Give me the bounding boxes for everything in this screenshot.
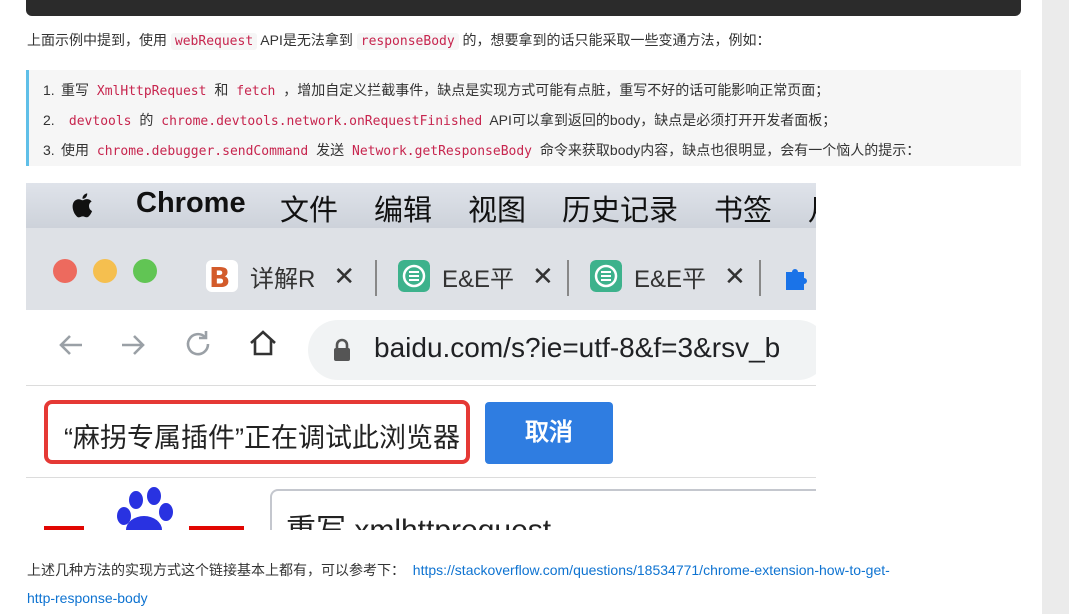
close-window-icon [53, 259, 77, 283]
browser-tab: B 详解R ✕ [206, 258, 355, 294]
text: 的 [135, 112, 158, 128]
tab-strip: B 详解R ✕ E&E平 ✕ E&E平 ✕ [26, 228, 816, 310]
menu-people: 月 [808, 187, 816, 229]
tab-title: E&E平 [442, 265, 515, 293]
reference-link-cont[interactable]: http-response-body [27, 590, 148, 606]
text: 上面示例中提到，使用 [27, 32, 171, 48]
browser-screenshot: Chrome 文件 编辑 视图 历史记录 书签 月 B 详解R ✕ [26, 183, 816, 530]
list-number: 3. [43, 142, 55, 158]
tab-divider [375, 260, 377, 296]
tab-divider [567, 260, 569, 296]
baidu-page: 重写 xmlhttprequest [26, 478, 816, 530]
tab-divider [759, 260, 761, 296]
text: 使用 [61, 142, 93, 158]
list-item: 1. 重写 XmlHttpRequest 和 fetch ，增加自定义拦截事件，缺… [43, 76, 1021, 106]
tab-close-icon: ✕ [532, 260, 554, 291]
inline-code: chrome.devtools.network.onRequestFinishe… [157, 113, 487, 130]
menu-history: 历史记录 [562, 195, 679, 227]
search-input: 重写 xmlhttprequest [270, 489, 816, 530]
debug-infobar: “麻拐专属插件”正在调试此浏览器 取消 [26, 386, 816, 478]
ee-app-icon [590, 260, 622, 292]
maximize-window-icon [133, 259, 157, 283]
text: 和 [210, 82, 233, 98]
inline-code: responseBody [356, 33, 459, 50]
list-item: 3. 使用 chrome.debugger.sendCommand 发送 Netw… [43, 136, 1021, 166]
home-icon [250, 330, 276, 356]
text: 重写 [61, 82, 93, 98]
browser-tab: E&E平 ✕ [398, 258, 554, 294]
tab-title: E&E平 [634, 265, 707, 293]
ee-app-icon [398, 260, 430, 292]
back-arrow-icon [59, 335, 82, 355]
tab-close-icon: ✕ [333, 260, 356, 291]
text: 上述几种方法的实现方式这个链接基本上都有，可以参考下： [27, 562, 405, 578]
inline-code: webRequest [170, 33, 258, 50]
reference-link[interactable]: https://stackoverflow.com/questions/1853… [413, 562, 890, 578]
chrome-window: B 详解R ✕ E&E平 ✕ E&E平 ✕ baidu.com/s?ie=utf… [26, 228, 816, 530]
minimize-window-icon [93, 259, 117, 283]
text: ，增加自定义拦截事件，缺点是实现方式可能有点脏，重写不好的话可能影响正常页面； [279, 82, 830, 98]
search-text: 重写 xmlhttprequest [286, 505, 551, 530]
paragraph-intro: 上面示例中提到，使用 webRequest API是无法拿到 responseB… [27, 30, 771, 50]
menu-view: 视图 [468, 195, 527, 227]
svg-text:B: B [209, 261, 230, 292]
paragraph-reference-cont: http-response-body [27, 590, 148, 606]
list-item: 2. devtools 的 chrome.devtools.network.on… [43, 106, 1021, 136]
cancel-button: 取消 [485, 402, 613, 464]
inline-code: Network.getResponseBody [348, 143, 537, 160]
menu-bookmarks: 书签 [714, 195, 773, 227]
mac-menubar: Chrome 文件 编辑 视图 历史记录 书签 月 [26, 183, 816, 228]
list-number: 2. [43, 112, 55, 128]
menu-file: 文件 [280, 195, 339, 227]
brand-logo-icon: B [206, 260, 238, 292]
list-number: 1. [43, 82, 55, 98]
inline-code: XmlHttpRequest [92, 83, 211, 100]
inline-code: fetch [232, 83, 280, 100]
text: 的，想要拿到的话只能采取一些变通方法，例如： [458, 32, 771, 48]
browser-tab: E&E平 ✕ [590, 258, 746, 294]
browser-toolbar: baidu.com/s?ie=utf-8&f=3&rsv_b [26, 310, 816, 386]
baidu-logo-icon [44, 487, 244, 530]
page-gutter [1042, 0, 1069, 614]
inline-code: chrome.debugger.sendCommand [92, 143, 313, 160]
tab-title: 详解R [250, 265, 316, 293]
methods-list: 1. 重写 XmlHttpRequest 和 fetch ，增加自定义拦截事件，缺… [29, 70, 1021, 166]
text: 发送 [312, 142, 348, 158]
inline-code: devtools [64, 113, 136, 130]
menu-edit: 编辑 [374, 195, 433, 227]
apple-logo-icon [72, 193, 93, 218]
lock-icon [334, 338, 350, 361]
forward-arrow-icon [122, 335, 145, 355]
menu-app-name: Chrome [136, 187, 246, 219]
code-block-end [26, 0, 1021, 16]
text: API可以拿到返回的body，缺点是必须打开开发者面板； [486, 112, 837, 128]
extension-puzzle-icon [786, 269, 807, 290]
paragraph-reference: 上述几种方法的实现方式这个链接基本上都有，可以参考下： https://stac… [27, 560, 890, 580]
article-content: 上面示例中提到，使用 webRequest API是无法拿到 responseB… [0, 0, 1042, 614]
address-bar: baidu.com/s?ie=utf-8&f=3&rsv_b [308, 320, 816, 380]
reload-icon [186, 331, 210, 356]
tab-close-icon: ✕ [724, 260, 746, 291]
blockquote: 1. 重写 XmlHttpRequest 和 fetch ，增加自定义拦截事件，缺… [26, 70, 1021, 166]
text: API是无法拿到 [257, 32, 357, 48]
text: 命令来获取body内容，缺点也很明显，会有一个恼人的提示： [536, 142, 921, 158]
debugging-warning: “麻拐专属插件”正在调试此浏览器 [44, 400, 470, 464]
url-text: baidu.com/s?ie=utf-8&f=3&rsv_b [374, 332, 781, 363]
